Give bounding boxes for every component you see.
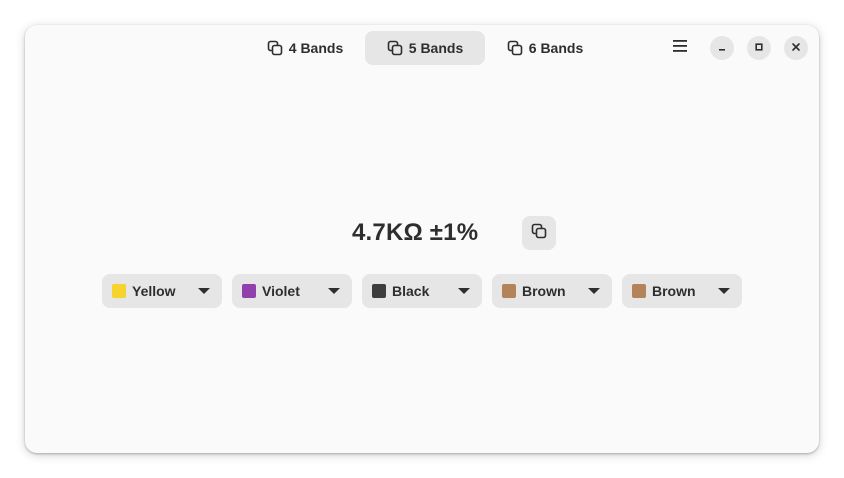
hamburger-menu-icon — [672, 39, 688, 58]
band-label: Yellow — [132, 283, 176, 299]
band-label: Violet — [262, 283, 300, 299]
tab-label: 6 Bands — [528, 40, 584, 56]
copy-result-button[interactable] — [522, 216, 556, 250]
band-4-dropdown[interactable]: Brown — [492, 274, 612, 308]
band-2-dropdown[interactable]: Violet — [232, 274, 352, 308]
band-label: Brown — [522, 283, 566, 299]
result-row: 4.7KΩ ±1% — [25, 215, 819, 251]
chevron-down-icon — [458, 288, 470, 294]
chevron-down-icon — [198, 288, 210, 294]
chevron-down-icon — [718, 288, 730, 294]
tab-label: 4 Bands — [288, 40, 344, 56]
chevron-down-icon — [328, 288, 340, 294]
band-label: Black — [392, 283, 430, 299]
tab-5-bands[interactable]: 5 Bands — [365, 31, 485, 65]
close-button[interactable] — [784, 36, 808, 60]
color-swatch — [502, 284, 516, 298]
copy-icon — [507, 40, 523, 56]
color-swatch — [112, 284, 126, 298]
band-selectors: Yellow Violet Black Brown Brown — [102, 274, 742, 308]
main-menu-button[interactable] — [668, 36, 692, 60]
tab-4-bands[interactable]: 4 Bands — [245, 31, 365, 65]
band-label: Brown — [652, 283, 696, 299]
copy-icon — [267, 40, 283, 56]
app-window: 4 Bands 5 Bands 6 Bands 4.7KΩ ±1% Yellow… — [25, 25, 819, 453]
window-controls — [668, 36, 808, 60]
copy-icon — [387, 40, 403, 56]
maximize-button[interactable] — [747, 36, 771, 60]
band-5-dropdown[interactable]: Brown — [622, 274, 742, 308]
chevron-down-icon — [588, 288, 600, 294]
resistance-value: 4.7KΩ ±1% — [352, 219, 479, 246]
tab-label: 5 Bands — [408, 40, 464, 56]
maximize-icon — [754, 39, 764, 57]
color-swatch — [242, 284, 256, 298]
color-swatch — [632, 284, 646, 298]
minimize-button[interactable] — [710, 36, 734, 60]
color-swatch — [372, 284, 386, 298]
band-count-tabs: 4 Bands 5 Bands 6 Bands — [245, 31, 605, 65]
minimize-icon — [717, 39, 727, 57]
band-3-dropdown[interactable]: Black — [362, 274, 482, 308]
close-icon — [791, 39, 801, 57]
header-bar: 4 Bands 5 Bands 6 Bands — [25, 25, 819, 71]
tab-6-bands[interactable]: 6 Bands — [485, 31, 605, 65]
band-1-dropdown[interactable]: Yellow — [102, 274, 222, 308]
copy-icon — [531, 223, 547, 244]
